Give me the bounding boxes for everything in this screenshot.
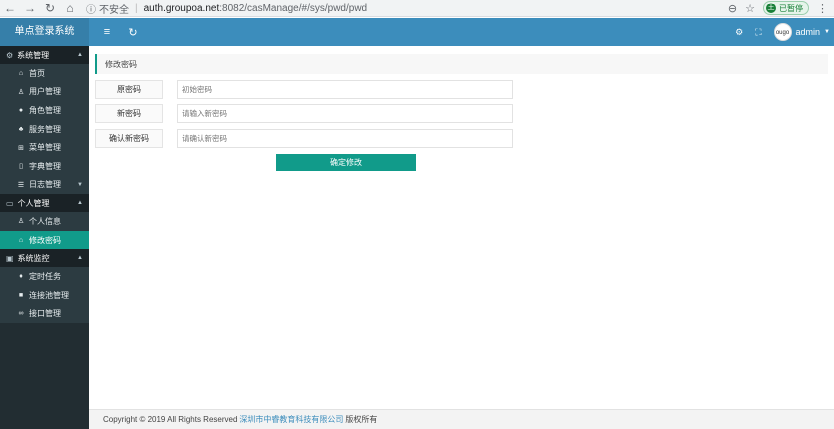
sidebar-item-menus[interactable]: ⊞ 菜单管理 (0, 138, 89, 157)
sidebar-item-label: 字典管理 (29, 161, 61, 171)
sidebar-item-label: 定时任务 (29, 272, 61, 282)
sidebar-group-label: 个人管理 (17, 198, 50, 208)
caret-up-icon: ▲ (77, 255, 83, 262)
sidebar: ⚙ 系统管理 ▲ ⌂ 首页 ♙ 用户管理 ● 角色管理 ♣ 服务管理 ⊞ 菜单管… (0, 46, 89, 429)
database-icon: ■ (18, 291, 24, 299)
address-bar[interactable]: ⓘ 不安全 | auth.groupoa.net:8082/casManage/… (86, 1, 728, 16)
old-password-label: 原密码 (95, 80, 163, 99)
sidebar-item-api[interactable]: ∞ 接口管理 (0, 304, 89, 324)
role-icon: ● (18, 106, 24, 114)
sidebar-item-label: 接口管理 (29, 309, 61, 319)
home-icon[interactable]: ⌂ (60, 0, 80, 17)
sidebar-item-logs[interactable]: ☰ 日志管理 ▼ (0, 175, 89, 195)
id-card-icon: ▭ (6, 198, 14, 208)
footer: Copyright © 2019 All Rights Reserved 深圳市… (89, 409, 834, 429)
sidebar-item-profile[interactable]: ♙ 个人信息 (0, 212, 89, 231)
lock-icon: ⌂ (18, 236, 24, 244)
sidebar-group-system[interactable]: ⚙ 系统管理 ▲ (0, 46, 89, 64)
address-separator: | (135, 2, 138, 14)
main-content: 修改密码 原密码 新密码 确认新密码 确定修改 Copyright © 2019… (89, 46, 834, 429)
sidebar-item-label: 角色管理 (29, 105, 61, 115)
app-header: 单点登录系统 ≡ ↻ ⚙ ⛶ ougo admin ▼ (0, 18, 834, 46)
sidebar-group-personal[interactable]: ▭ 个人管理 ▲ (0, 194, 89, 213)
sidebar-item-users[interactable]: ♙ 用户管理 (0, 82, 89, 102)
confirm-password-label: 确认新密码 (95, 129, 163, 148)
page-title: 修改密码 (95, 54, 828, 74)
info-icon[interactable]: ⓘ (86, 1, 96, 16)
sidebar-group-monitor[interactable]: ▣ 系统监控 ▲ (0, 249, 89, 268)
old-password-row: 原密码 (95, 80, 515, 99)
sidebar-item-label: 用户管理 (29, 87, 61, 97)
old-password-field[interactable] (177, 80, 513, 99)
back-arrow-icon[interactable]: ← (0, 0, 20, 17)
sidebar-item-change-password[interactable]: ⌂ 修改密码 (0, 230, 89, 250)
profile-status: 已暂停 (779, 3, 803, 13)
sidebar-item-label: 日志管理 (29, 180, 61, 190)
sidebar-item-services[interactable]: ♣ 服务管理 (0, 119, 89, 139)
list-icon: ☰ (17, 181, 25, 189)
sidebar-item-home[interactable]: ⌂ 首页 (0, 64, 89, 83)
link-icon: ∞ (18, 310, 24, 318)
profile-button[interactable]: 王 已暂停 (763, 1, 809, 15)
user-name: admin (795, 27, 821, 37)
book-icon: ▯ (19, 163, 23, 171)
copyright-text: Copyright © 2019 All Rights Reserved (103, 415, 238, 424)
user-menu[interactable]: ougo admin ▼ (773, 23, 830, 41)
zoom-icon[interactable]: ⊖ (728, 2, 737, 15)
reload-icon[interactable]: ↻ (40, 0, 60, 17)
forward-arrow-icon[interactable]: → (20, 0, 40, 17)
sidebar-item-label: 服务管理 (29, 124, 61, 134)
chevron-down-icon: ▼ (824, 29, 830, 35)
sidebar-item-label: 连接池管理 (29, 290, 69, 300)
confirm-password-field[interactable] (177, 129, 513, 148)
sidebar-item-label: 菜单管理 (29, 143, 61, 153)
sidebar-item-label: 首页 (29, 68, 45, 78)
app-title[interactable]: 单点登录系统 (0, 18, 89, 46)
new-password-field[interactable] (177, 104, 513, 123)
grid-icon: ⊞ (18, 144, 24, 152)
task-icon: ♦ (19, 273, 23, 281)
sidebar-item-connection-pool[interactable]: ■ 连接池管理 (0, 285, 89, 305)
new-password-label: 新密码 (95, 104, 163, 123)
user-icon: ♙ (17, 218, 25, 226)
caret-up-icon: ▲ (77, 52, 83, 58)
palette-icon[interactable]: ⚙ (735, 27, 743, 38)
sidebar-item-dictionary[interactable]: ▯ 字典管理 (0, 156, 89, 176)
new-password-row: 新密码 (95, 104, 515, 123)
caret-up-icon: ▲ (77, 200, 83, 207)
caret-down-icon: ▼ (77, 181, 83, 188)
security-label: 不安全 (99, 4, 129, 16)
avatar: ougo (773, 23, 792, 41)
menu-dots-icon[interactable]: ⋮ (817, 2, 828, 15)
sidebar-group-label: 系统监控 (17, 253, 50, 263)
fullscreen-icon[interactable]: ⛶ (755, 27, 761, 38)
home-icon: ⌂ (18, 69, 24, 77)
service-icon: ♣ (18, 125, 24, 133)
url-path: :8082/casManage/#/sys/pwd/pwd (219, 2, 368, 14)
monitor-icon: ▣ (6, 253, 14, 263)
refresh-icon[interactable]: ↻ (125, 26, 141, 39)
user-icon: ♙ (17, 88, 25, 96)
profile-avatar: 王 (766, 3, 776, 13)
confirm-change-button[interactable]: 确定修改 (276, 154, 416, 171)
sidebar-item-label: 修改密码 (29, 235, 61, 245)
confirm-password-row: 确认新密码 (95, 129, 515, 148)
sidebar-group-label: 系统管理 (17, 50, 50, 60)
browser-toolbar: ← → ↻ ⌂ ⓘ 不安全 | auth.groupoa.net:8082/ca… (0, 0, 834, 17)
sidebar-item-scheduled-tasks[interactable]: ♦ 定时任务 (0, 267, 89, 286)
rights-text: 版权所有 (345, 415, 378, 424)
settings-icon: ⚙ (6, 50, 14, 60)
bookmark-star-icon[interactable]: ☆ (745, 2, 755, 15)
sidebar-item-roles[interactable]: ● 角色管理 (0, 101, 89, 120)
sidebar-item-label: 个人信息 (29, 216, 61, 226)
url-host: auth.groupoa.net (143, 2, 220, 14)
menu-toggle-icon[interactable]: ≡ (99, 26, 115, 38)
company-link[interactable]: 深圳市中睿教育科技有限公司 (239, 414, 343, 425)
